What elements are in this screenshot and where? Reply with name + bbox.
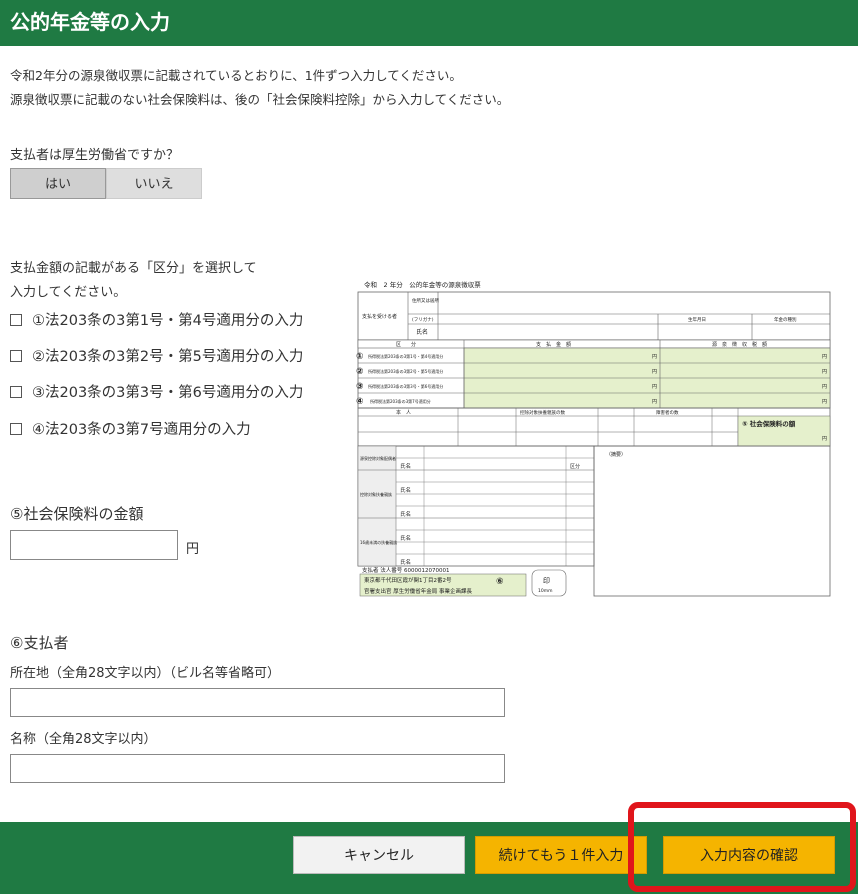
form-yen: 円: [822, 384, 827, 390]
payer-name-label: 名称（全角28文字以内）: [10, 732, 157, 747]
form-pension-type: 年金の種別: [774, 316, 797, 323]
form-row-2: 所得税法第203条の3第2号・第5号適用分: [368, 368, 443, 374]
category-prompt-line-2: 入力してください。: [10, 285, 127, 300]
category-option-2[interactable]: ②法203条の3第2号・第5号適用分の入力: [10, 345, 303, 366]
payer-address-label: 所在地（全角28文字以内）（ビル名等省略可）: [10, 666, 281, 681]
form-yen: 円: [652, 354, 657, 360]
form-name: 氏名: [400, 534, 411, 542]
form-payer-name: 官署支出官 厚生労働省年金局 事業企画課長: [364, 587, 472, 595]
form-payer-number: 支払者 法人番号 6000012070001: [362, 566, 450, 574]
form-yen: 円: [822, 399, 827, 405]
yes-button[interactable]: はい: [10, 168, 106, 199]
payer-address-input[interactable]: [10, 688, 505, 717]
form-yen: 円: [652, 384, 657, 390]
form-name: 氏名: [400, 462, 411, 470]
social-insurance-heading: ⑤社会保険料の金額: [10, 505, 144, 523]
category-option-3[interactable]: ③法203条の3第3号・第6号適用分の入力: [10, 381, 303, 402]
category-option-label: ④法203条の3第7号適用分の入力: [32, 422, 251, 438]
form-name: 氏名: [400, 558, 411, 566]
form-yen: 円: [652, 369, 657, 375]
checkbox[interactable]: [10, 349, 22, 362]
confirm-input-button[interactable]: 入力内容の確認: [663, 836, 835, 874]
form-yen: 円: [652, 399, 657, 405]
form-marker-2: ②: [356, 367, 364, 377]
checkbox[interactable]: [10, 313, 22, 326]
no-button[interactable]: いいえ: [106, 168, 202, 199]
checkbox[interactable]: [10, 385, 22, 398]
category-option-4[interactable]: ④法203条の3第7号適用分の入力: [10, 418, 251, 439]
form-payment-amount: 支 払 金 額: [536, 341, 571, 348]
form-yen: 円: [822, 369, 827, 375]
form-yen: 円: [822, 354, 827, 360]
form-kubun: 区 分: [396, 341, 416, 348]
cancel-button[interactable]: キャンセル: [293, 836, 465, 874]
form-row-1: 所得税法第203条の3第1号・第4号適用分: [368, 353, 443, 359]
form-yen: 円: [822, 436, 827, 442]
category-option-label: ③法203条の3第3号・第6号適用分の入力: [32, 385, 304, 401]
payer-heading: ⑥支払者: [10, 634, 69, 652]
intro-line-2: 源泉徴収票に記載のない社会保険料は、後の「社会保険料控除」から入力してください。: [10, 92, 510, 107]
form-honnin: 本 人: [396, 409, 411, 416]
form-marker-1: ①: [356, 352, 364, 362]
form-disabled-count: 障害者の数: [656, 409, 679, 416]
payer-toggle: はい いいえ: [10, 168, 202, 199]
form-name: 氏名: [416, 328, 428, 336]
form-under16: 16歳未満の扶養親族: [360, 539, 397, 545]
page-header: 公的年金等の入力: [0, 0, 858, 46]
continue-another-button[interactable]: 続けてもう１件入力: [475, 836, 647, 874]
form-marker-3: ③: [356, 382, 364, 392]
form-dependents: 控除対象扶養親族: [360, 491, 392, 497]
category-option-label: ②法203条の3第2号・第5号適用分の入力: [32, 349, 304, 365]
category-prompt: 支払金額の記載がある「区分」を選択して 入力してください。: [10, 257, 257, 305]
intro-line-1: 令和2年分の源泉徴収票に記載されているとおりに、1件ずつ入力してください。: [10, 68, 462, 83]
form-furigana: (フリガナ): [412, 316, 434, 323]
form-withholding: 源 泉 徴 収 税 額: [712, 341, 767, 348]
intro-text: 令和2年分の源泉徴収票に記載されているとおりに、1件ずつ入力してください。 源泉…: [10, 64, 509, 112]
category-option-label: ①法203条の3第1号・第4号適用分の入力: [32, 313, 304, 329]
form-title: 令和 2 年分 公的年金等の源泉徴収票: [364, 280, 481, 289]
form-name: 氏名: [400, 510, 411, 518]
form-deduction-family: 控除対象扶養親族の数: [520, 409, 565, 416]
form-seal: 印: [543, 577, 550, 585]
form-summary: （摘要）: [606, 451, 626, 458]
page-title: 公的年金等の入力: [10, 10, 170, 34]
form-address: 住所又は居所: [412, 297, 439, 304]
form-row-3: 所得税法第203条の3第3号・第6号適用分: [368, 383, 443, 389]
form-marker-4: ④: [356, 397, 364, 407]
form-row-4: 所得税法第203条の3第7号適用分: [370, 398, 431, 404]
social-insurance-input[interactable]: [10, 530, 178, 560]
form-marker-6: ⑥: [496, 577, 504, 587]
form-ku: 区分: [570, 463, 580, 470]
form-social-insurance: ⑤ 社会保険料の額: [742, 419, 796, 428]
category-option-1[interactable]: ①法203条の3第1号・第4号適用分の入力: [10, 309, 303, 330]
checkbox[interactable]: [10, 422, 22, 435]
form-name: 氏名: [400, 486, 411, 494]
payer-name-input[interactable]: [10, 754, 505, 783]
form-seal-size: 10mm: [538, 588, 553, 594]
payer-question-label: 支払者は厚生労働省ですか？: [10, 148, 180, 163]
form-recipient: 支払を受ける者: [362, 313, 397, 320]
form-birth-date: 生年月日: [688, 316, 706, 323]
category-prompt-line-1: 支払金額の記載がある「区分」を選択して: [10, 261, 257, 276]
form-payer-address: 東京都千代田区霞が関1丁目2番2号: [364, 576, 452, 584]
form-spouse: 源泉控除対象配偶者: [360, 455, 396, 461]
yen-unit: 円: [186, 542, 200, 557]
withholding-slip-image: 令和 2 年分 公的年金等の源泉徴収票 支払を受ける者 住所又は居所 (フリガナ…: [356, 280, 831, 597]
